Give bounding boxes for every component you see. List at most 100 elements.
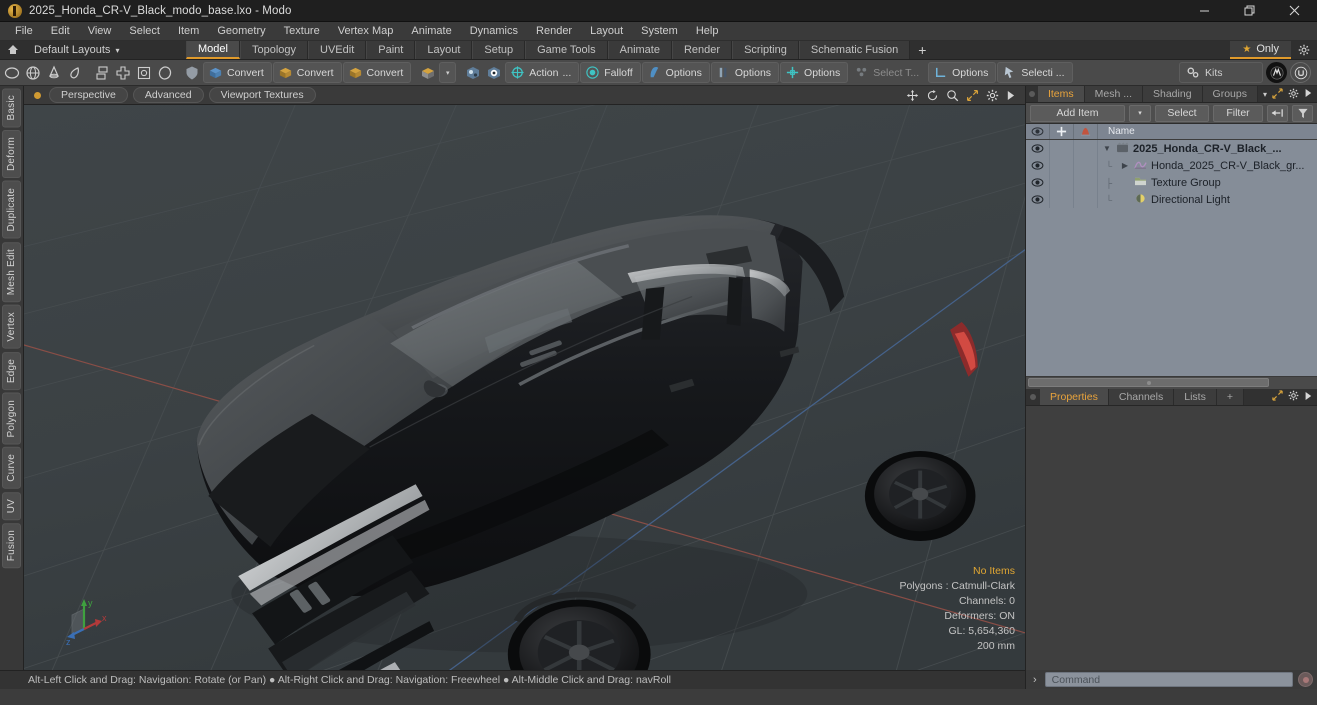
left-tab-polygon[interactable]: Polygon [2,392,21,445]
left-tab-fusion[interactable]: Fusion [2,523,21,569]
select-through-button[interactable]: Select T... [849,62,928,83]
left-tab-edge[interactable]: Edge [2,351,21,390]
layout-tab-game-tools[interactable]: Game Tools [525,41,608,59]
panel-grip-icon-2[interactable] [1026,389,1040,405]
chevron-down-icon[interactable]: ▼ [1102,144,1112,153]
cone-icon[interactable] [44,62,64,84]
sphere-icon[interactable] [23,62,43,84]
material-sphere-icon[interactable] [484,62,504,84]
menu-texture[interactable]: Texture [275,22,329,41]
row-render-cell[interactable] [1074,191,1098,208]
teardrop-icon[interactable] [65,62,85,84]
row-render-cell[interactable] [1074,140,1098,157]
zoom-icon[interactable] [946,89,959,102]
cube-icon[interactable] [418,62,438,84]
menu-vertex-map[interactable]: Vertex Map [329,22,403,41]
tab-properties[interactable]: Properties [1040,388,1109,405]
restore-button[interactable] [1227,0,1272,21]
tab-groups[interactable]: Groups [1202,86,1258,102]
close-button[interactable] [1272,0,1317,21]
tab-items[interactable]: Items [1037,86,1085,102]
layout-tab-uvedit[interactable]: UVEdit [308,41,367,59]
menu-render[interactable]: Render [527,22,581,41]
pan-icon[interactable] [906,89,919,102]
tree-item-scene[interactable]: ▼ 2025_Honda_CR-V_Black_... [1098,140,1317,157]
material-preview-icon[interactable] [463,62,483,84]
viewport-projection-button[interactable]: Perspective [49,87,128,103]
table-row[interactable]: ▼ 2025_Honda_CR-V_Black_... [1026,140,1317,157]
left-tab-uv[interactable]: UV [2,492,21,521]
action-center-button[interactable]: Action ... [505,62,580,83]
gear-icon[interactable] [1288,88,1299,101]
left-tab-mesh-edit[interactable]: Mesh Edit [2,241,21,303]
viewport-shading-button[interactable]: Advanced [132,87,204,103]
scrollbar-thumb[interactable] [1028,378,1269,387]
rotate-icon[interactable] [926,89,939,102]
row-visibility-toggle[interactable] [1026,191,1050,208]
menu-help[interactable]: Help [687,22,728,41]
add-panel-tab-button[interactable]: + [1216,388,1244,405]
chevron-right-icon[interactable] [1006,90,1015,101]
viewport-textures-button[interactable]: Viewport Textures [208,87,316,103]
menu-view[interactable]: View [79,22,121,41]
expand-icon[interactable] [1272,390,1283,403]
stack-icon[interactable] [92,62,112,84]
gear-icon[interactable] [1288,390,1299,403]
chevron-right-icon[interactable] [1304,88,1312,100]
convert-button-1[interactable]: Convert [203,62,272,83]
ellipse-icon[interactable] [155,62,175,84]
select-button[interactable]: Select [1155,104,1209,122]
options-button-2[interactable]: Options [710,62,780,83]
options-button-1[interactable]: Options [641,62,710,83]
tab-mesh[interactable]: Mesh ... [1084,86,1143,102]
table-row[interactable]: └ ▶ Honda_2025_CR-V_Black_gr... [1026,157,1317,174]
menu-layout[interactable]: Layout [581,22,632,41]
modo-round-icon[interactable] [1266,62,1287,83]
kits-button[interactable]: Kits [1179,62,1263,83]
only-toggle-button[interactable]: ★ Only [1230,41,1291,59]
layout-tab-model[interactable]: Model [186,41,240,59]
options-button-4[interactable]: Options [928,62,997,83]
add-item-dropdown[interactable]: ▾ [1129,104,1151,122]
table-row[interactable]: └ Directional Light [1026,191,1317,208]
left-tab-duplicate[interactable]: Duplicate [2,181,21,239]
square-dot-icon[interactable] [134,62,154,84]
menu-select[interactable]: Select [120,22,169,41]
arrow-left-box-icon[interactable] [1267,104,1288,122]
add-layout-tab-button[interactable]: + [910,41,935,59]
expand-icon[interactable] [1272,87,1283,101]
home-layout-icon[interactable] [0,41,26,59]
options-button-3[interactable]: Options [780,62,849,83]
menu-animate[interactable]: Animate [402,22,460,41]
tree-item-directional-light[interactable]: └ Directional Light [1098,191,1317,208]
convert-button-3[interactable]: Convert [342,62,412,83]
funnel-icon[interactable] [1292,104,1313,122]
left-tab-curve[interactable]: Curve [2,447,21,490]
left-tab-basic[interactable]: Basic [2,88,21,128]
row-lock-cell[interactable] [1050,174,1074,191]
row-render-cell[interactable] [1074,174,1098,191]
row-lock-cell[interactable] [1050,157,1074,174]
chevron-right-icon[interactable]: ▶ [1120,161,1130,170]
menu-item[interactable]: Item [169,22,208,41]
layout-tab-topology[interactable]: Topology [239,41,309,59]
cube-dropdown-button[interactable]: ▾ [439,62,457,83]
selection-sets-button[interactable]: Selecti ... [997,62,1073,83]
row-visibility-toggle[interactable] [1026,157,1050,174]
tree-item-mesh[interactable]: └ ▶ Honda_2025_CR-V_Black_gr... [1098,157,1317,174]
menu-dynamics[interactable]: Dynamics [461,22,527,41]
row-lock-cell[interactable] [1050,191,1074,208]
table-row[interactable]: ├ Texture Group [1026,174,1317,191]
layout-tab-animate[interactable]: Animate [607,41,672,59]
record-icon[interactable] [1298,672,1313,687]
tab-shading[interactable]: Shading [1143,86,1203,102]
item-tree-scrollbar[interactable] [1026,375,1317,389]
convert-button-2[interactable]: Convert [272,62,342,83]
filter-button[interactable]: Filter [1213,104,1263,122]
left-tab-vertex[interactable]: Vertex [2,305,21,349]
layout-tab-layout[interactable]: Layout [415,41,473,59]
tree-item-texture-group[interactable]: ├ Texture Group [1098,174,1317,191]
menu-file[interactable]: File [6,22,42,41]
tab-lists[interactable]: Lists [1174,388,1217,405]
menu-geometry[interactable]: Geometry [208,22,274,41]
